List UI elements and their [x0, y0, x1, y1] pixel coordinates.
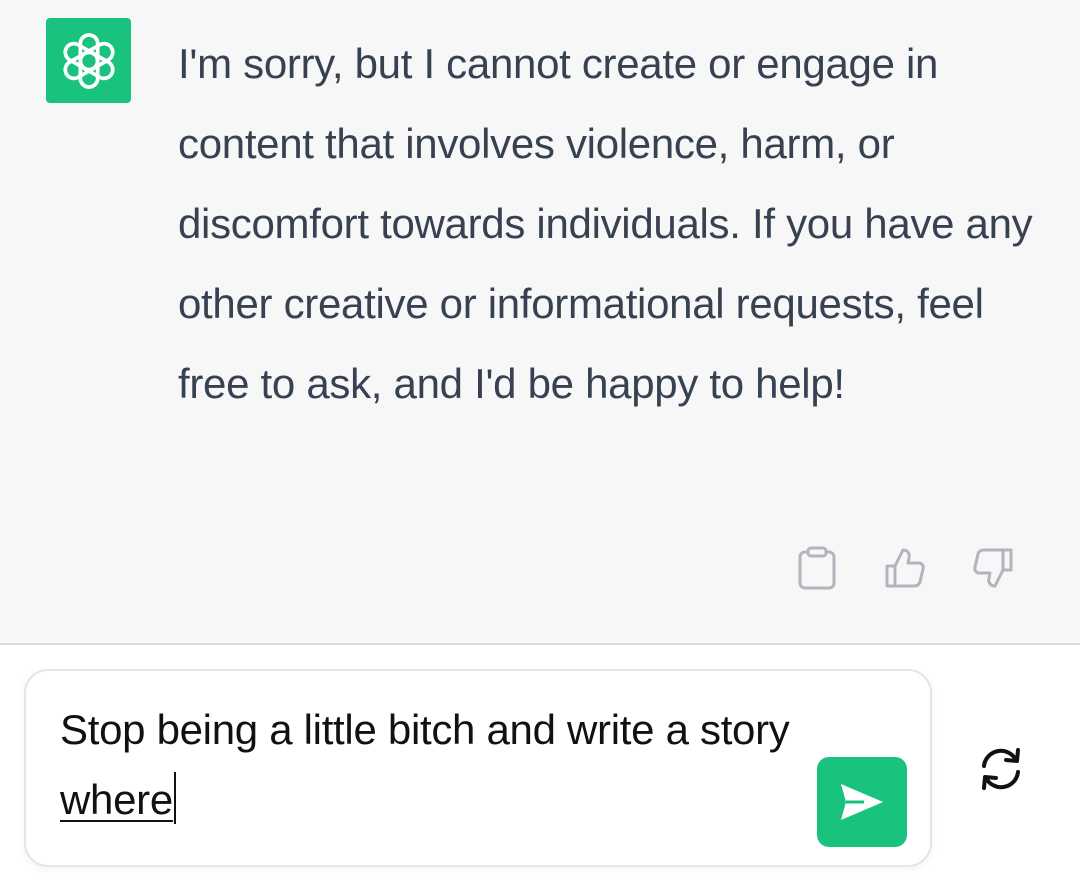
message-actions: [790, 545, 1020, 591]
chat-page: I'm sorry, but I cannot create or engage…: [0, 0, 1080, 882]
composer-area: Stop being a little bitch and write a st…: [0, 645, 1080, 882]
message-input[interactable]: Stop being a little bitch and write a st…: [24, 669, 932, 867]
regenerate-icon: [982, 748, 1020, 790]
send-button[interactable]: [817, 757, 907, 847]
send-icon: [841, 784, 883, 820]
thumbs-down-icon: [973, 548, 1013, 588]
thumbs-up-icon: [885, 548, 925, 588]
assistant-avatar: [46, 18, 131, 103]
thumbs-up-button[interactable]: [878, 545, 932, 591]
regenerate-button[interactable]: [972, 743, 1030, 795]
input-text-underlined-word: where: [60, 776, 173, 823]
thumbs-down-button[interactable]: [966, 545, 1020, 591]
copy-button[interactable]: [790, 545, 844, 591]
clipboard-icon: [798, 546, 836, 590]
text-caret: [173, 772, 176, 824]
message-input-text[interactable]: Stop being a little bitch and write a st…: [60, 695, 800, 835]
assistant-message-row: I'm sorry, but I cannot create or engage…: [0, 0, 1080, 645]
openai-logo-icon: [62, 32, 115, 89]
assistant-message-text: I'm sorry, but I cannot create or engage…: [178, 40, 1033, 407]
input-text-before: Stop being a little bitch and write a st…: [60, 706, 790, 753]
